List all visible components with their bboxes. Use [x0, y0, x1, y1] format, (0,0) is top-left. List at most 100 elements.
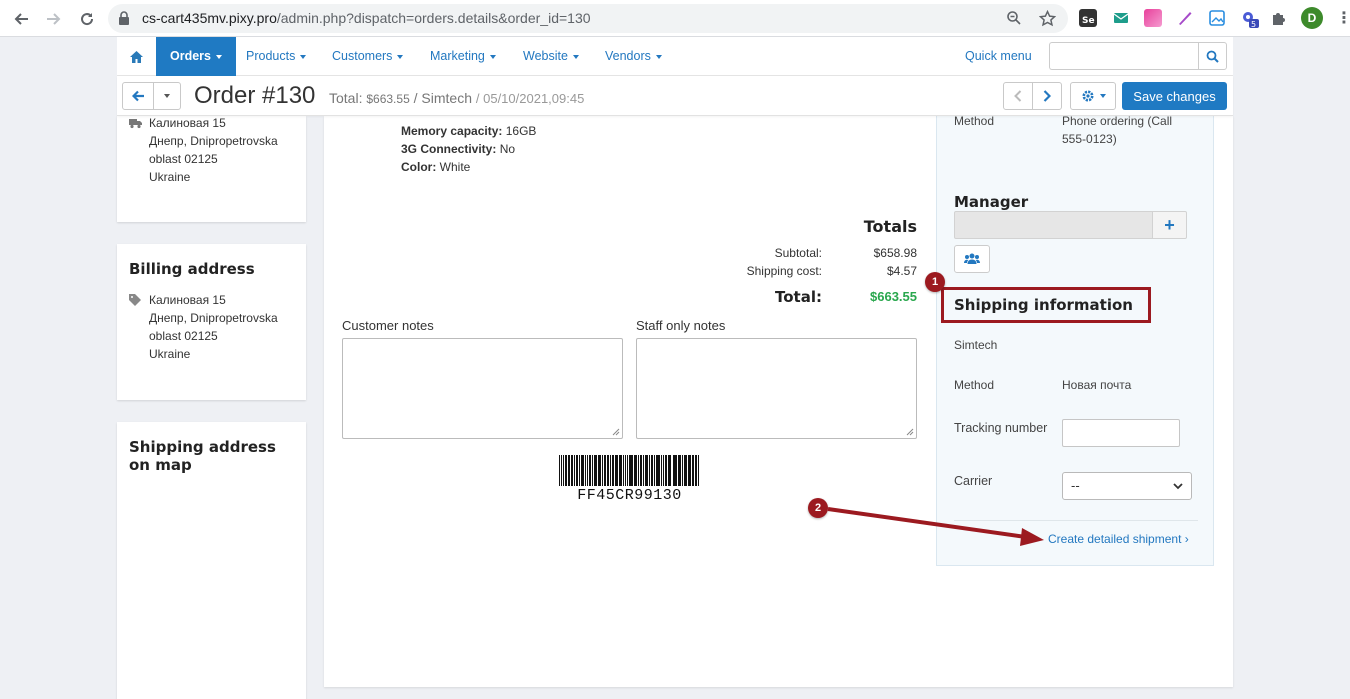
- truck-icon: [129, 118, 142, 130]
- barcode-bar: [623, 455, 624, 486]
- chevron-down-icon: [655, 54, 662, 59]
- profile-avatar[interactable]: D: [1301, 7, 1323, 29]
- tracking-number-input[interactable]: [1062, 419, 1180, 447]
- add-manager-button[interactable]: +: [1152, 211, 1187, 239]
- forward-arrow-icon[interactable]: [43, 8, 65, 30]
- nav-vendors-label: Vendors: [605, 49, 651, 63]
- nav-customers[interactable]: Customers: [332, 37, 404, 76]
- barcode-bar: [692, 455, 694, 486]
- carrier-label: Carrier: [954, 474, 993, 488]
- grand-total-value: $663.55: [870, 289, 917, 304]
- tag-icon: [129, 294, 141, 306]
- order-summary: Total: $663.55 / Simtech / 05/10/2021,09…: [329, 90, 584, 106]
- nav-customers-label: Customers: [332, 49, 393, 63]
- zoom-icon[interactable]: [1005, 10, 1023, 28]
- order-total-label: Total:: [329, 90, 363, 106]
- barcode-bar: [688, 455, 691, 486]
- barcode-bar: [656, 455, 659, 486]
- admin-top-nav: Orders Products Customers Marketing Webs…: [117, 37, 1233, 76]
- product-option-row: Color: White: [401, 158, 536, 176]
- mail-extension-icon[interactable]: [1112, 9, 1130, 27]
- search-icon[interactable]: [1198, 42, 1227, 70]
- nav-orders[interactable]: Orders: [156, 37, 236, 76]
- barcode-bar: [629, 455, 631, 486]
- barcode-bar: [673, 455, 675, 486]
- image-extension-icon[interactable]: [1208, 9, 1226, 27]
- manager-input[interactable]: [954, 211, 1153, 239]
- option-value: White: [439, 160, 471, 174]
- barcode-bar: [649, 455, 650, 486]
- barcode-bar: [695, 455, 697, 486]
- shipping-cost-label: Shipping cost:: [746, 264, 822, 278]
- billing-address-title: Billing address: [129, 260, 255, 278]
- shipping-address-text: Калиновая 15 Днепр, Dnipropetrovska obla…: [149, 114, 278, 186]
- barcode-bar: [615, 455, 618, 486]
- barcode-bar: [576, 455, 578, 486]
- carrier-select[interactable]: --: [1062, 472, 1192, 500]
- chevron-down-icon: [300, 54, 307, 59]
- customer-notes-textarea[interactable]: [342, 338, 623, 439]
- settings-dropdown-button[interactable]: [1070, 82, 1116, 110]
- browser-menu-icon[interactable]: ⋮: [1336, 8, 1350, 28]
- address-line: Днепр, Dnipropetrovska: [149, 134, 278, 148]
- barcode-bar: [627, 455, 628, 486]
- bookmark-star-icon[interactable]: [1038, 9, 1056, 28]
- barcode-bar: [659, 455, 660, 486]
- address-bar[interactable]: cs-cart435mv.pixy.pro/admin.php?dispatch…: [108, 4, 1068, 33]
- puzzle-extensions-icon[interactable]: [1270, 9, 1288, 27]
- back-button[interactable]: [122, 82, 154, 110]
- barcode-bar: [638, 455, 639, 486]
- grand-total-label: Total:: [775, 288, 822, 306]
- nav-orders-label: Orders: [170, 49, 211, 63]
- pen-extension-icon[interactable]: [1176, 9, 1194, 27]
- annotation-highlight-box: [941, 287, 1151, 323]
- nav-website[interactable]: Website: [523, 37, 579, 76]
- next-order-button[interactable]: [1032, 82, 1062, 110]
- barcode-bar: [684, 455, 687, 486]
- address-line: Днепр, Dnipropetrovska: [149, 311, 278, 325]
- extension-badge: 5: [1251, 20, 1256, 29]
- lock-icon: [118, 11, 130, 25]
- order-vendor: Simtech: [421, 90, 472, 106]
- billing-address-text: Калиновая 15 Днепр, Dnipropetrovska obla…: [149, 291, 278, 363]
- barcode-bar: [675, 455, 677, 486]
- barcode-bar: [602, 455, 603, 486]
- barcode-bar: [587, 455, 588, 486]
- color-extension-icon[interactable]: [1144, 9, 1162, 27]
- order-info-sidebar: Method Phone ordering (Call 555-0123) Ma…: [936, 114, 1214, 566]
- barcode-bar: [561, 455, 562, 486]
- chevron-down-icon: [572, 54, 579, 59]
- back-menu-dropdown[interactable]: [153, 82, 181, 110]
- staff-notes-textarea[interactable]: [636, 338, 917, 439]
- quick-menu-link[interactable]: Quick menu: [965, 37, 1032, 76]
- nav-marketing[interactable]: Marketing: [430, 37, 496, 76]
- barcode-bar: [634, 455, 637, 486]
- chevron-down-icon: [216, 54, 222, 59]
- selenium-extension-icon[interactable]: Se: [1079, 9, 1097, 27]
- save-changes-button[interactable]: Save changes: [1122, 82, 1227, 110]
- create-detailed-shipment-link[interactable]: Create detailed shipment ›: [1048, 532, 1189, 546]
- resize-grip-icon[interactable]: [906, 428, 914, 436]
- users-icon[interactable]: [954, 245, 990, 273]
- barcode-bar: [563, 455, 564, 486]
- gear-extension-icon[interactable]: 5: [1240, 9, 1259, 29]
- annotation-badge: 1: [925, 272, 945, 292]
- barcode-bar: [604, 455, 606, 486]
- annotation-badge: 2: [808, 498, 828, 518]
- barcode-bar: [698, 455, 699, 486]
- reload-icon[interactable]: [76, 8, 98, 30]
- nav-products[interactable]: Products: [246, 37, 307, 76]
- order-barcode: [559, 455, 699, 486]
- back-arrow-icon[interactable]: [10, 8, 32, 30]
- url-text: cs-cart435mv.pixy.pro/admin.php?dispatch…: [142, 10, 591, 26]
- barcode-bar: [571, 455, 573, 486]
- admin-search-input[interactable]: [1049, 42, 1199, 70]
- barcode-bar: [645, 455, 648, 486]
- address-line: Ukraine: [149, 347, 191, 361]
- home-icon[interactable]: [117, 37, 156, 76]
- resize-grip-icon[interactable]: [612, 428, 620, 436]
- prev-order-button[interactable]: [1003, 82, 1033, 110]
- nav-vendors[interactable]: Vendors: [605, 37, 662, 76]
- subtotal-label: Subtotal:: [774, 246, 822, 260]
- address-line: oblast 02125: [149, 329, 218, 343]
